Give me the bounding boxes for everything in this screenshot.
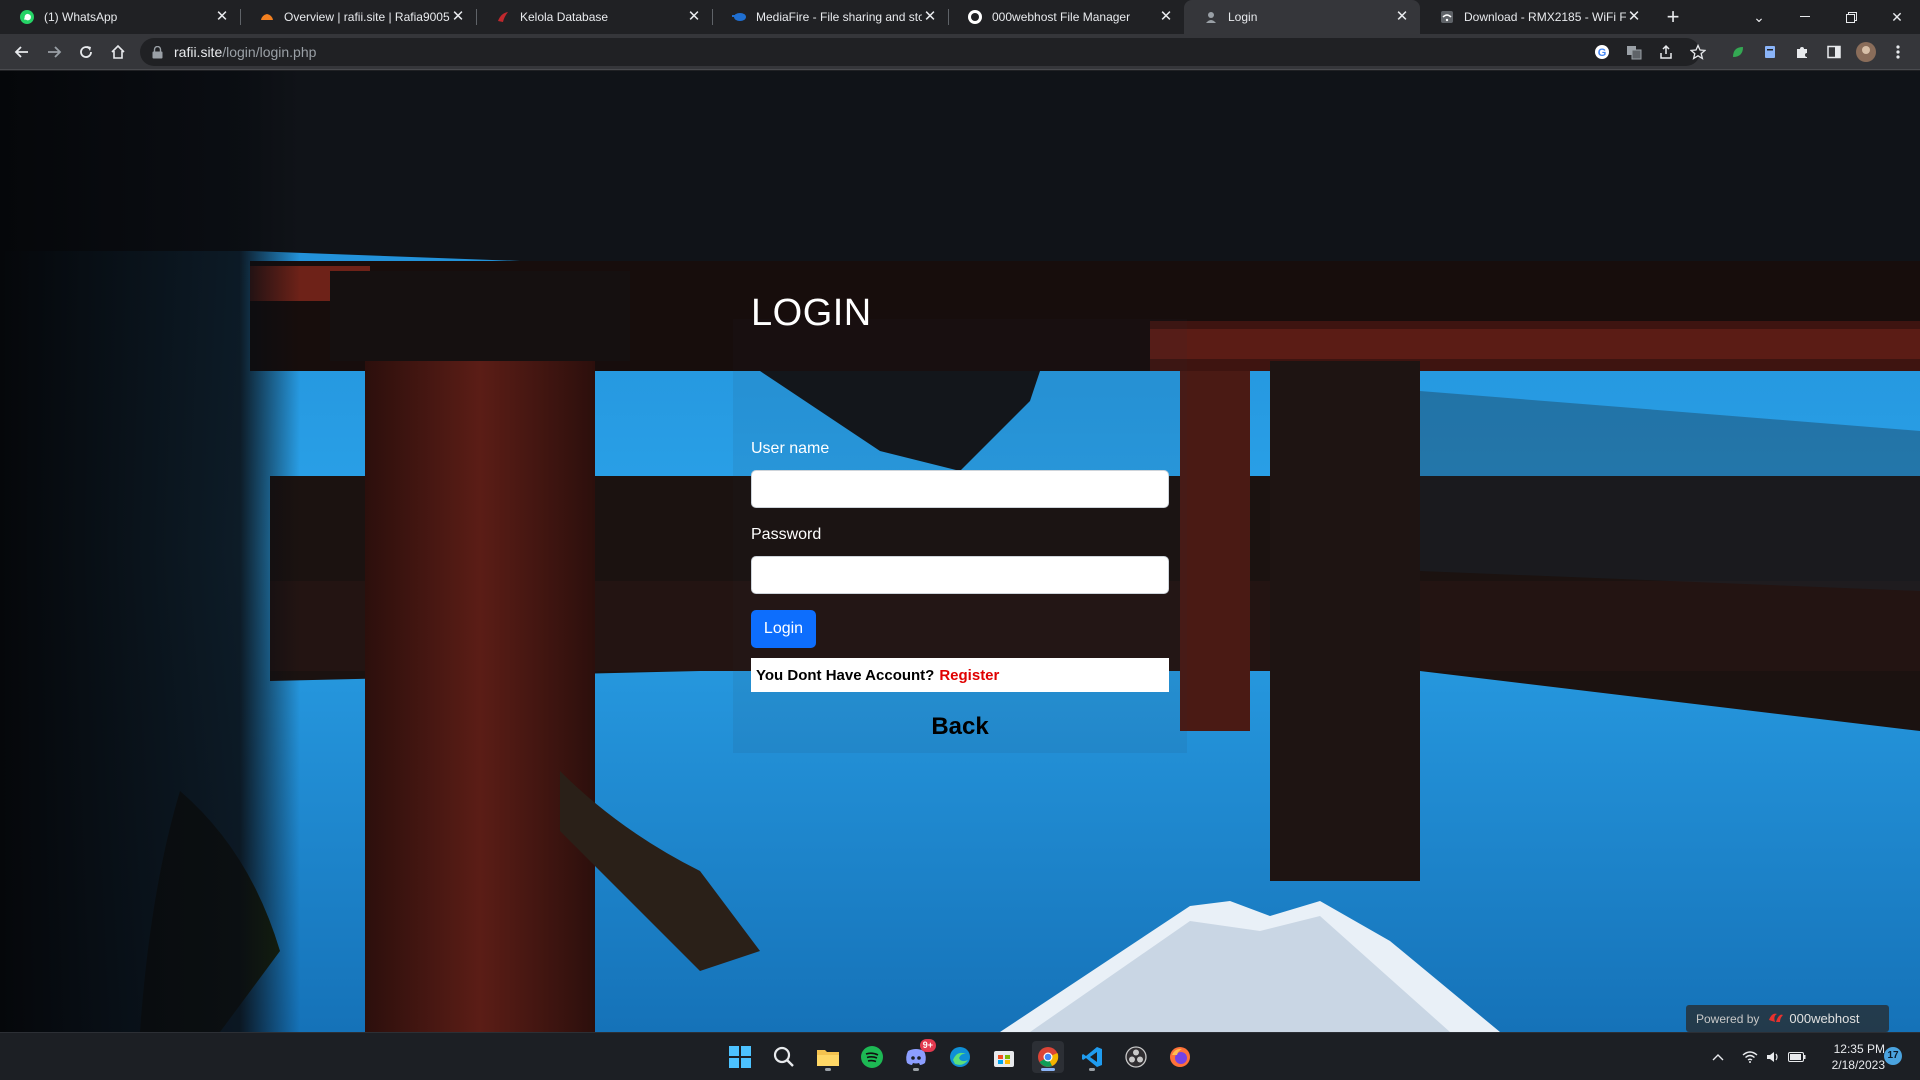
login-button[interactable]: Login <box>751 610 816 648</box>
battery-icon[interactable] <box>1788 1033 1806 1080</box>
reload-icon[interactable] <box>72 38 100 66</box>
taskbar-clock[interactable]: 12:35 PM 2/18/2023 <box>1815 1041 1885 1073</box>
running-indicator <box>1089 1068 1095 1071</box>
side-panel-icon[interactable] <box>1820 38 1848 66</box>
lock-icon[interactable] <box>150 45 164 59</box>
address-bar[interactable]: rafii.site/login/login.php <box>140 38 1700 66</box>
close-window-icon[interactable]: ✕ <box>1874 0 1920 34</box>
tab-overview[interactable]: Overview | rafii.site | Rafia9005@ ✕ <box>240 0 476 34</box>
notification-count-badge[interactable]: 17 <box>1884 1047 1902 1065</box>
minimize-icon[interactable] <box>1782 0 1828 34</box>
spotify-icon[interactable] <box>856 1041 888 1073</box>
000webhost-logo-icon <box>1767 1010 1785 1027</box>
volume-icon[interactable] <box>1766 1033 1780 1080</box>
firefox-icon[interactable] <box>1164 1041 1196 1073</box>
discord-icon[interactable]: 9+ <box>900 1039 936 1073</box>
tab-strip: (1) WhatsApp ✕ Overview | rafii.site | R… <box>0 0 1920 34</box>
mediafire-icon <box>731 9 747 25</box>
back-arrow-icon[interactable] <box>8 38 36 66</box>
menu-kebab-icon[interactable] <box>1884 38 1912 66</box>
store-icon[interactable] <box>988 1041 1020 1073</box>
share-icon[interactable] <box>1652 38 1680 66</box>
bookmark-star-icon[interactable] <box>1684 38 1712 66</box>
profile-avatar[interactable] <box>1852 38 1880 66</box>
wifi-icon <box>1439 9 1455 25</box>
url-host: rafii.site <box>174 44 223 60</box>
file-explorer-icon[interactable] <box>812 1041 844 1073</box>
back-link[interactable]: Back <box>751 713 1169 741</box>
close-icon[interactable]: ✕ <box>214 9 230 25</box>
tab-search-chevron-icon[interactable]: ⌄ <box>1736 0 1782 34</box>
tab-download-rmx2185[interactable]: Download - RMX2185 - WiFi File ✕ <box>1420 0 1652 34</box>
forward-arrow-icon[interactable] <box>40 38 68 66</box>
tray-overflow-chevron-icon[interactable] <box>1712 1033 1724 1080</box>
windows-start-icon[interactable] <box>724 1041 756 1073</box>
page-viewport <box>0 71 1920 1032</box>
svg-text:G: G <box>1598 47 1607 59</box>
running-indicator <box>913 1068 919 1071</box>
url-path: /login/login.php <box>222 44 317 60</box>
tab-login[interactable]: Login ✕ <box>1184 0 1420 34</box>
clock-date: 2/18/2023 <box>1831 1058 1885 1072</box>
username-label: User name <box>751 440 830 457</box>
register-link[interactable]: Register <box>939 667 999 684</box>
powered-by-000webhost-badge[interactable]: Powered by 000webhost <box>1686 1005 1889 1032</box>
chrome-icon[interactable] <box>1032 1041 1064 1073</box>
close-icon[interactable]: ✕ <box>1626 9 1642 25</box>
running-indicator <box>825 1068 831 1071</box>
tab-title: (1) WhatsApp <box>44 10 118 24</box>
windows-taskbar: 9+ 12:35 PM 2/18/2023 <box>0 1032 1920 1080</box>
tab-title: Download - RMX2185 - WiFi File <box>1464 10 1626 24</box>
obs-icon[interactable] <box>1120 1041 1152 1073</box>
wifi-icon[interactable] <box>1742 1033 1758 1080</box>
whatsapp-icon <box>19 9 35 25</box>
vscode-icon[interactable] <box>1076 1041 1108 1073</box>
database-icon <box>495 9 511 25</box>
powered-by-brand: 000webhost <box>1789 1011 1860 1026</box>
user-icon <box>1203 9 1219 25</box>
password-label: Password <box>751 526 822 543</box>
username-input[interactable] <box>751 470 1169 508</box>
cloud-icon <box>259 9 275 25</box>
tab-title: Login <box>1228 10 1258 24</box>
discord-badge: 9+ <box>919 1039 936 1052</box>
close-icon[interactable]: ✕ <box>686 9 702 25</box>
extensions-puzzle-icon[interactable] <box>1788 38 1816 66</box>
running-indicator <box>1041 1068 1055 1071</box>
register-prompt-text: You Dont Have Account? <box>756 666 935 684</box>
tab-title: Kelola Database <box>520 10 609 24</box>
translate-icon[interactable] <box>1620 38 1648 66</box>
powered-by-text: Powered by <box>1696 1011 1760 1026</box>
tab-title: Overview | rafii.site | Rafia9005@ <box>284 10 450 24</box>
globe-icon <box>967 9 983 25</box>
page-title: LOGIN <box>751 292 872 334</box>
tab-mediafire[interactable]: MediaFire - File sharing and stor ✕ <box>712 0 948 34</box>
extension-doc-icon[interactable] <box>1756 38 1784 66</box>
tab-kelola-database[interactable]: Kelola Database ✕ <box>476 0 712 34</box>
extension-leaf-icon[interactable] <box>1724 38 1752 66</box>
clock-time: 12:35 PM <box>1833 1042 1885 1056</box>
search-icon[interactable] <box>768 1041 800 1073</box>
close-icon[interactable]: ✕ <box>1394 9 1410 25</box>
tab-title: MediaFire - File sharing and stor <box>756 10 922 24</box>
tab-000webhost-file-manager[interactable]: 000webhost File Manager ✕ <box>948 0 1184 34</box>
close-icon[interactable]: ✕ <box>450 9 466 25</box>
google-icon[interactable]: G <box>1588 38 1616 66</box>
browser-toolbar: rafii.site/login/login.php G <box>0 34 1920 70</box>
tab-whatsapp[interactable]: (1) WhatsApp ✕ <box>0 0 240 34</box>
password-input[interactable] <box>751 556 1169 594</box>
edge-icon[interactable] <box>944 1041 976 1073</box>
close-icon[interactable]: ✕ <box>1158 9 1174 25</box>
restore-icon[interactable] <box>1828 0 1874 34</box>
tab-title: 000webhost File Manager <box>992 10 1131 24</box>
home-icon[interactable] <box>104 38 132 66</box>
new-tab-button[interactable]: + <box>1660 4 1686 30</box>
close-icon[interactable]: ✕ <box>922 9 938 25</box>
register-prompt-box: You Dont Have Account? Register <box>751 658 1169 692</box>
